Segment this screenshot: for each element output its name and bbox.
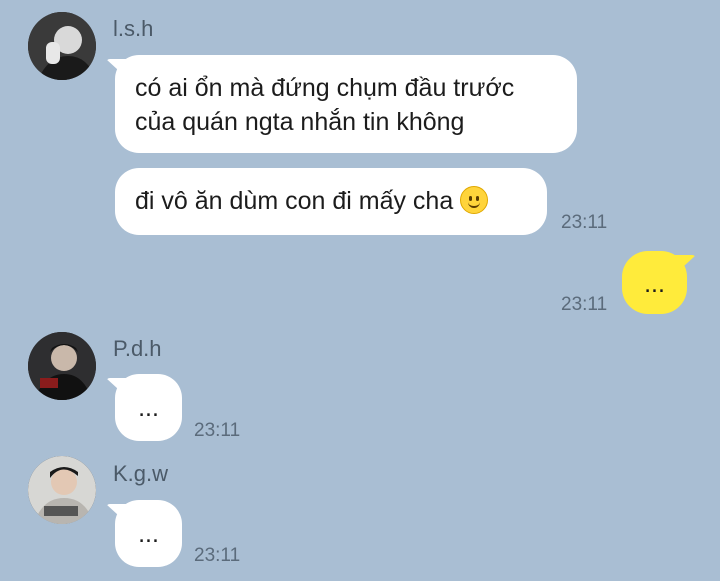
sender-name: K.g.w (113, 461, 169, 486)
message-text: ... (644, 270, 665, 298)
sender-name: P.d.h (113, 336, 162, 361)
smiling-face-emoji-icon (460, 186, 489, 214)
timestamp: 23:11 (194, 420, 241, 441)
message-bubble[interactable]: có ai ổn mà đứng chụm đầu trước của quán… (115, 55, 577, 153)
avatar-photo-icon (28, 456, 96, 524)
my-message-bubble[interactable]: ... (622, 251, 687, 314)
message-bubble[interactable]: ... (115, 374, 182, 441)
message-bubble[interactable]: ... (115, 500, 182, 567)
avatar-photo-icon (28, 332, 96, 400)
message-text-line: có ai ổn mà đứng chụm đầu trước (135, 74, 515, 102)
message-text-line: của quán ngta nhắn tin không (135, 108, 465, 136)
timestamp: 23:11 (561, 294, 608, 315)
timestamp: 23:11 (194, 545, 241, 566)
avatar-pdh[interactable] (28, 332, 96, 400)
message-bubble[interactable]: đi vô ăn dùm con đi mấy cha (115, 168, 547, 235)
timestamp: 23:11 (561, 212, 608, 233)
avatar-kgw[interactable] (28, 456, 96, 524)
sender-name: l.s.h (113, 16, 154, 41)
message-text: ... (138, 394, 159, 422)
message-text: ... (138, 520, 159, 548)
message-text: đi vô ăn dùm con đi mấy cha (135, 187, 454, 215)
avatar-photo-icon (28, 12, 96, 80)
avatar-lsh[interactable] (28, 12, 96, 80)
